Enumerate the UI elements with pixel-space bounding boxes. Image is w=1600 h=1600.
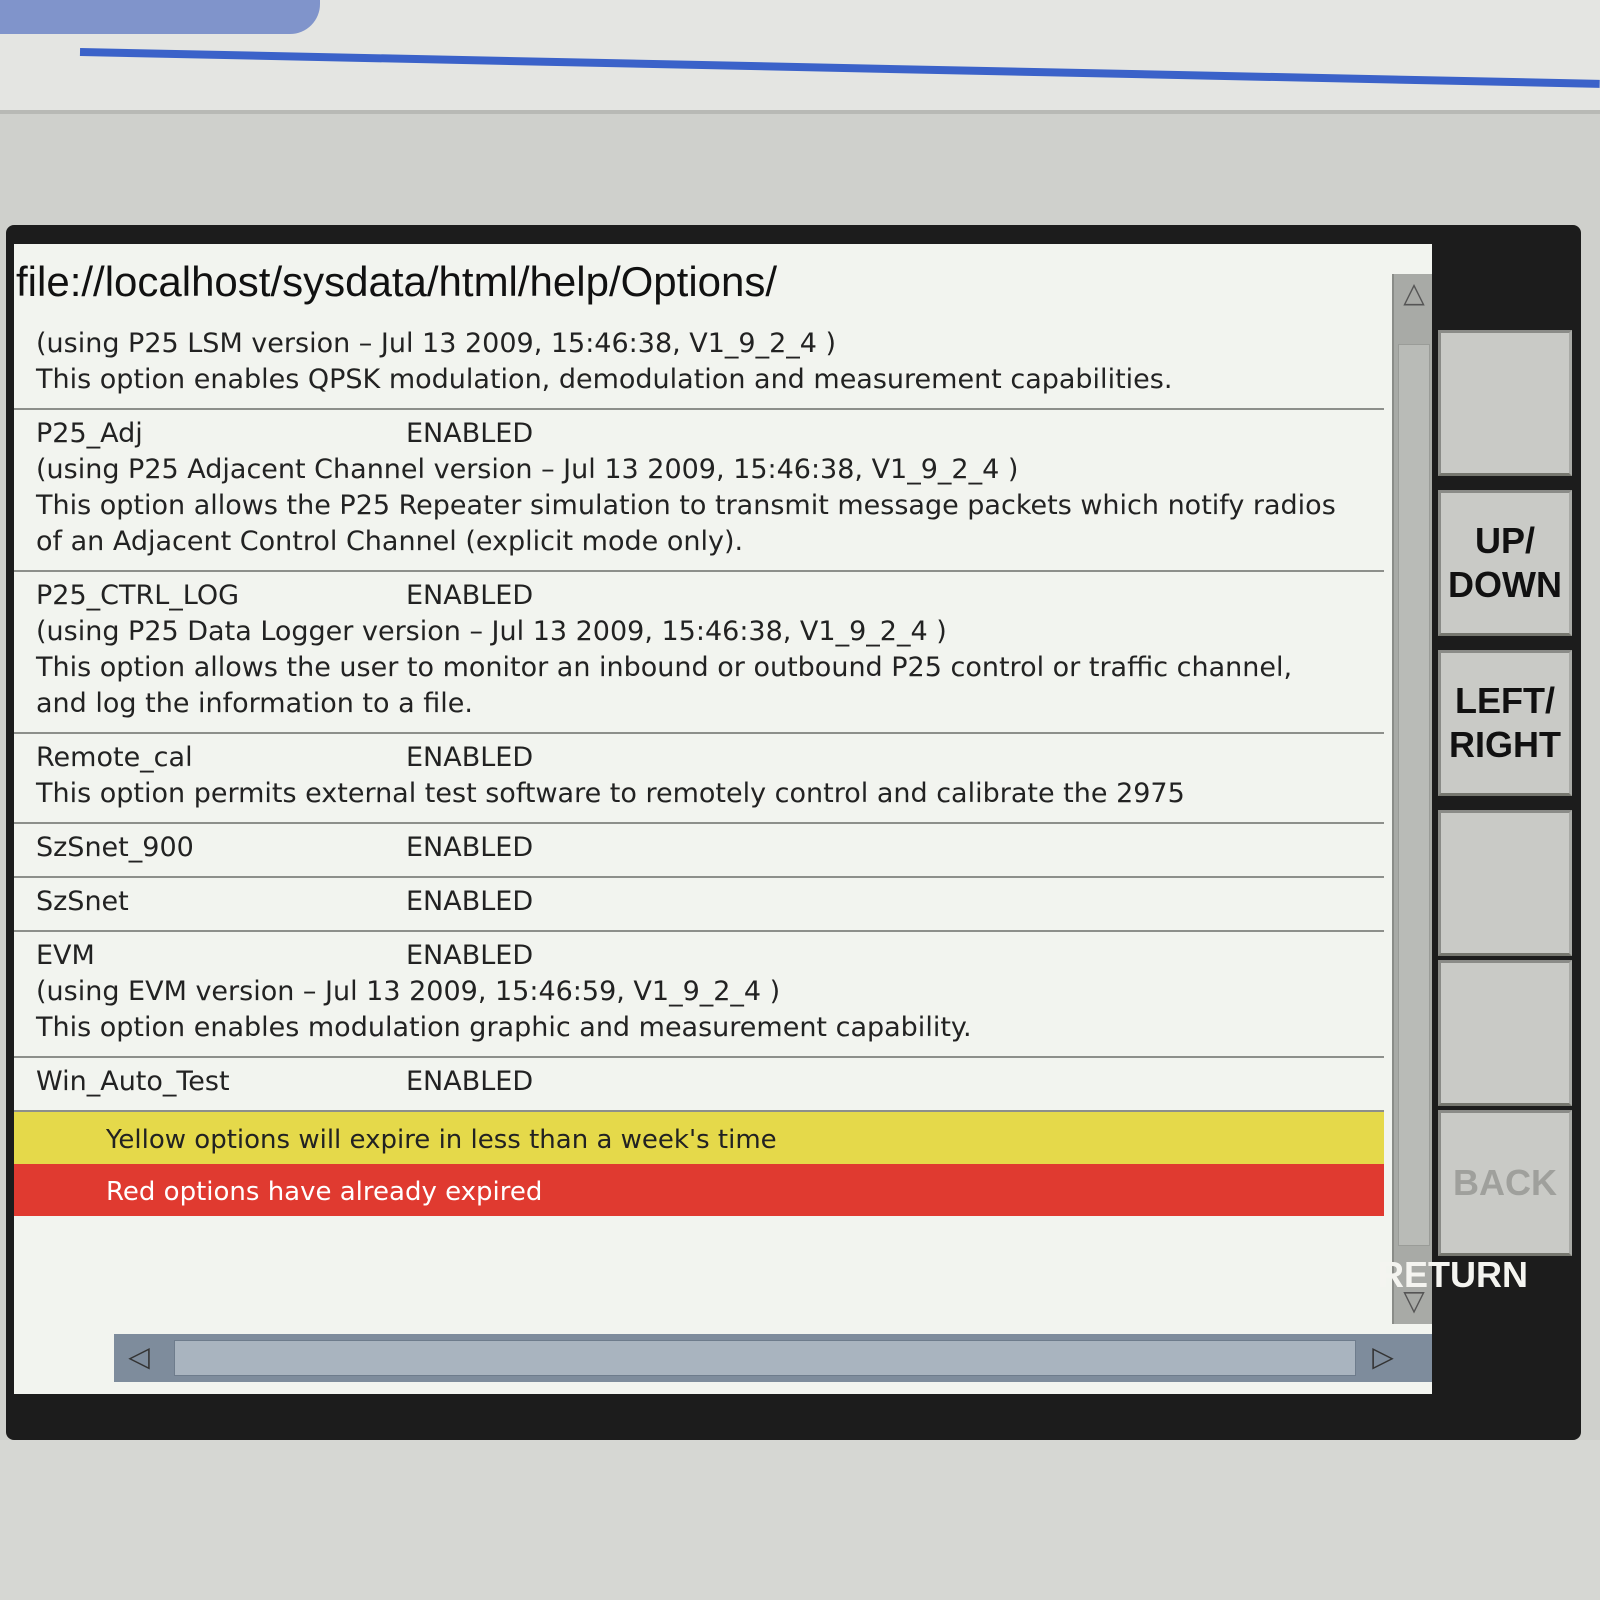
- brand-logo: [0, 0, 320, 34]
- option-description-line: This option enables QPSK modulation, dem…: [36, 364, 1173, 395]
- softkey-5[interactable]: [1438, 960, 1572, 1106]
- option-description-line: (using EVM version – Jul 13 2009, 15:46:…: [36, 976, 781, 1007]
- option-status: ENABLED: [406, 886, 534, 917]
- option-header: SzSnet_900 ENABLED: [36, 830, 1370, 866]
- option-status: ENABLED: [406, 742, 534, 773]
- scroll-right-icon[interactable]: ▷: [1364, 1338, 1402, 1376]
- option-entry: Win_Auto_Test ENABLED: [14, 1058, 1384, 1112]
- scroll-left-icon[interactable]: ◁: [120, 1338, 158, 1376]
- option-description-line: (using P25 Data Logger version – Jul 13 …: [36, 616, 947, 647]
- option-status: ENABLED: [406, 580, 534, 611]
- option-status: ENABLED: [406, 418, 534, 449]
- option-entry: SzSnet ENABLED: [14, 878, 1384, 932]
- option-entry: EVM ENABLED (using EVM version – Jul 13 20…: [14, 932, 1384, 1058]
- softkey-6[interactable]: BACK: [1438, 1110, 1572, 1256]
- help-browser-screen: file://localhost/sysdata/html/help/Optio…: [14, 244, 1432, 1394]
- option-status: ENABLED: [406, 1066, 534, 1097]
- option-entry: (using P25 LSM version – Jul 13 2009, 15…: [14, 320, 1384, 410]
- option-header: EVM ENABLED: [36, 938, 1370, 974]
- option-entry: P25_Adj ENABLED (using P25 Adjacent Channe…: [14, 410, 1384, 572]
- option-name: Remote_cal: [36, 742, 193, 773]
- option-name: EVM: [36, 940, 95, 971]
- option-description-line: This option allows the P25 Repeater simu…: [36, 490, 1336, 521]
- option-description-line: and log the information to a file.: [36, 688, 473, 719]
- legend-red: Red options have already expired: [14, 1164, 1384, 1216]
- option-description-line: This option enables modulation graphic a…: [36, 1012, 972, 1043]
- option-description-line: This option permits external test softwa…: [36, 778, 1185, 809]
- option-description-line: (using P25 LSM version – Jul 13 2009, 15…: [36, 328, 837, 359]
- softkey-2[interactable]: UP/ DOWN: [1438, 490, 1572, 636]
- option-entry: Remote_cal ENABLED This option permits ext…: [14, 734, 1384, 824]
- option-description-line: of an Adjacent Control Channel (explicit…: [36, 526, 744, 557]
- horizontal-scrollbar[interactable]: ◁ ▷: [114, 1334, 1432, 1382]
- option-description-line: (using P25 Adjacent Channel version – Ju…: [36, 454, 1019, 485]
- option-entry: P25_CTRL_LOG ENABLED (using P25 Data Logge…: [14, 572, 1384, 734]
- option-name: SzSnet_900: [36, 832, 194, 863]
- option-status: ENABLED: [406, 832, 534, 863]
- softkey-3[interactable]: LEFT/ RIGHT: [1438, 650, 1572, 796]
- option-name: P25_Adj: [36, 418, 143, 449]
- option-name: P25_CTRL_LOG: [36, 580, 240, 611]
- option-status: ENABLED: [406, 940, 534, 971]
- scroll-up-icon[interactable]: △: [1398, 276, 1430, 310]
- instrument-bezel-bottom: [0, 1440, 1600, 1600]
- legend-yellow: Yellow options will expire in less than …: [14, 1112, 1384, 1164]
- option-header: Win_Auto_Test ENABLED: [36, 1064, 1370, 1100]
- vertical-scrollbar[interactable]: △ ▽: [1392, 274, 1432, 1324]
- option-description-line: This option allows the user to monitor a…: [36, 652, 1293, 683]
- options-list: (using P25 LSM version – Jul 13 2009, 15…: [14, 320, 1384, 1216]
- return-label: RETURN: [1378, 1254, 1528, 1295]
- softkey-1[interactable]: [1438, 330, 1572, 476]
- bezel-accent-line: [79, 48, 1600, 88]
- option-header: Remote_cal ENABLED: [36, 740, 1370, 776]
- horizontal-scroll-thumb[interactable]: [174, 1340, 1356, 1376]
- option-header: P25_CTRL_LOG ENABLED: [36, 578, 1370, 614]
- option-entry: SzSnet_900 ENABLED: [14, 824, 1384, 878]
- option-header: P25_Adj ENABLED: [36, 416, 1370, 452]
- vertical-scroll-thumb[interactable]: [1398, 344, 1430, 1246]
- instrument-bezel-top: [0, 0, 1600, 114]
- softkey-4[interactable]: [1438, 810, 1572, 956]
- option-name: Win_Auto_Test: [36, 1066, 230, 1097]
- url-bar[interactable]: file://localhost/sysdata/html/help/Optio…: [14, 244, 1396, 320]
- option-header: SzSnet ENABLED: [36, 884, 1370, 920]
- option-name: SzSnet: [36, 886, 129, 917]
- softkey-column: UP/ DOWN LEFT/ RIGHT BACK: [1438, 330, 1578, 1330]
